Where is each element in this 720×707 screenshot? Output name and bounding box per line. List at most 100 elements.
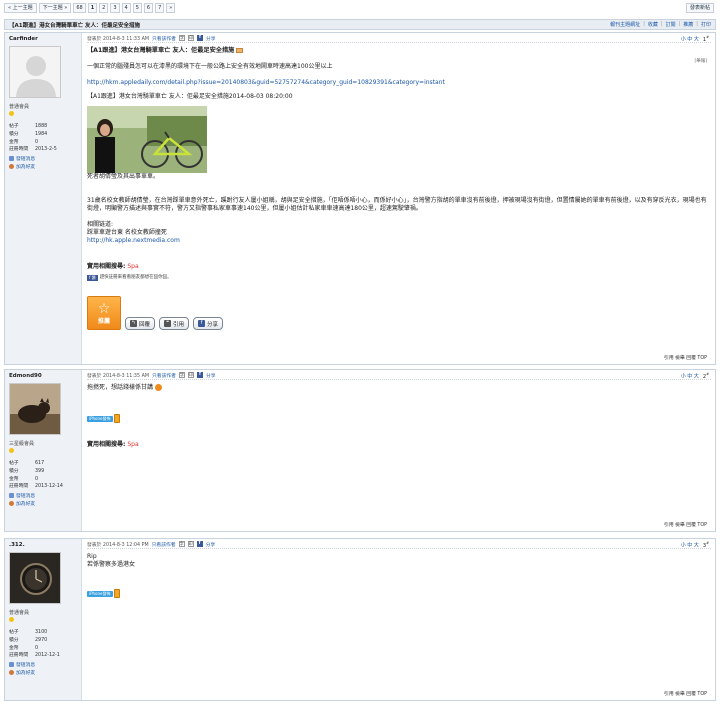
post-2-author-panel: Edmond90 三星級會員 帖子 617 積分 399 金幣 0 註冊時間 2013-… [5,370,82,531]
post-2-rank: 三星級會員 [9,441,35,447]
post-1-meta: 發表於 2014-8-3 11:33 AM 只看該作者 字 印 f 分享 [87,35,711,43]
post-1-fontsize[interactable]: 小 中 大 1# [681,35,709,43]
facebook-badge-icon[interactable]: f 讚 [87,275,98,281]
next-pages-button[interactable]: » [166,3,176,13]
page-link-4[interactable]: 4 [121,3,131,13]
post-1-photo[interactable] [87,106,207,173]
post-1-footer-links[interactable]: 引用 檢舉 回覆 TOP [664,354,707,361]
post-3-meta: 發表於 2014-8-3 12:04 PM 只看該作者 字 印 f 分享 [87,541,711,549]
message-icon [9,493,14,499]
practical-search-label: 實用相關搜尋: [87,441,126,448]
post-1-subtitle: 【A1跟進】港女台灣騎單車亡 友人：佢最足安全措施2014-08-03 08:2… [87,93,293,100]
subscribe-link[interactable]: 訂閱 [666,21,676,28]
post-1-url1[interactable]: http://hkm.appledaily.com/detail.php?iss… [87,79,711,87]
post-2-username[interactable]: Edmond90 [9,373,77,379]
prev-thread-button[interactable]: « 上一主題 [4,3,37,13]
add-friend-icon [9,501,14,507]
post-1: Carfinder 普通會員 帖子 1888 積分 1984 金幣 0 註冊時間 201… [4,32,716,365]
print-icon[interactable]: 印 [187,541,194,547]
post-1-add-friend[interactable]: 加為好友 [9,163,77,170]
post-1-avatar[interactable] [9,46,61,98]
print-link[interactable]: 打印 [701,21,711,28]
next-thread-button[interactable]: 下一主題 » [38,3,72,13]
post-3-add-friend[interactable]: 加為好友 [9,669,77,676]
top-navigation-bar: « 上一主題 下一主題 » 68 1 2 3 4 5 6 7 » 發表新帖 [4,3,716,15]
message-icon [9,662,14,668]
post-1-send-message[interactable]: 發短消息 [9,155,77,162]
mail-icon [236,47,244,53]
thread-title: 【A1跟進】港女台灣騎單車亡 友人：佢最足安全措施 [9,22,140,29]
new-post-button[interactable]: 發表新帖 [685,3,714,13]
facebook-icon[interactable]: f [196,541,203,547]
page-link-7[interactable]: 7 [155,3,165,13]
post-2-body: 拖撚死，想話錢樣係甘講 iPhone發佈 實用相關搜尋: Spa [87,384,711,449]
practical-search-link[interactable]: Spa [127,263,138,270]
post-3-body: Rip 若係警察多過港女 iPhone發佈 [87,553,711,598]
page-link-2[interactable]: 2 [99,3,109,13]
post-1-url2[interactable]: http://hk.apple.nextmedia.com [87,237,711,245]
only-author-link[interactable]: 只看該作者 [152,35,176,42]
facebook-share-icon: f [198,320,206,327]
add-friend-icon [9,670,14,676]
post-3-avatar[interactable] [9,552,61,604]
post-1-author-panel: Carfinder 普通會員 帖子 1888 積分 1984 金幣 0 註冊時間 201… [5,33,82,364]
post-1-actions: ☆ 推薦 ↰ 回覆 ❝ 引用 f 分享 [87,296,711,330]
recommend-link[interactable]: 推薦 [683,21,693,28]
message-icon [9,156,14,162]
post-3-footer-links[interactable]: 引用 檢舉 回覆 TOP [664,690,707,697]
thread-header: 【A1跟進】港女台灣騎單車亡 友人：佢最足安全措施 報刊主題網址 | 收藏 | 訂閱… [4,19,716,30]
post-1-title: 【A1跟進】港女台灣騎單車亡 友人：佢最足安全措施 [87,47,235,54]
share-link[interactable]: 分享 [206,541,216,548]
post-3-fontsize[interactable]: 小 中 大 3# [681,541,709,549]
post-1-content: 發表於 2014-8-3 11:33 AM 只看該作者 字 印 f 分享 小 中… [83,33,715,364]
post-1-para2: 31歲名校女教師胡倩瑩，在台灣踩單車意外死亡，蹊跗行友人屢小姐稱，胡與足安全措施… [87,197,707,212]
practical-search-label: 實用相關搜尋: [87,263,126,270]
page-link-6[interactable]: 6 [143,3,154,13]
facebook-note: f 讚趕快註冊來看看朋友都想在囧你囧。 [87,275,172,281]
post-2-meta: 發表於 2014-8-3 11:35 AM 只看該作者 字 印 f 分享 [87,372,711,380]
print-icon[interactable]: 印 [187,372,194,378]
post-2-text: 拖撚死，想話錢樣係甘講 [87,384,154,391]
quote-icon: ❝ [164,320,172,327]
post-2-footer-links[interactable]: 引用 檢舉 回覆 TOP [664,521,707,528]
facebook-icon[interactable]: f [196,372,203,378]
share-button[interactable]: f 分享 [193,317,224,330]
recommend-button[interactable]: ☆ 推薦 [87,296,121,330]
post-3-send-message[interactable]: 發短消息 [9,661,77,668]
reply-button[interactable]: ↰ 回覆 [125,317,156,330]
post-2-send-message[interactable]: 發短消息 [9,492,77,499]
post-1-username[interactable]: Carfinder [9,36,77,42]
rank-icon [9,617,14,622]
favorite-link[interactable]: 收藏 [648,21,658,28]
share-link[interactable]: 分享 [206,372,216,379]
font-icon[interactable]: 字 [178,541,185,547]
facebook-icon[interactable]: f [196,35,203,41]
font-icon[interactable]: 字 [178,372,185,378]
post-3-username[interactable]: .312. [9,542,77,548]
thread-tools: 報刊主題網址 | 收藏 | 訂閱 | 推薦 | 打印 [610,21,711,28]
post-1-body: 【A1跟進】港女台灣騎單車亡 友人：佢最足安全措施 一個正常的腦殘員怎可以在漆黑… [87,47,711,282]
practical-search-link[interactable]: Spa [127,441,138,448]
post-1-rank: 普通會員 [9,104,30,110]
post-2-fontsize[interactable]: 小 中 大 2# [681,372,709,380]
page-link-3[interactable]: 3 [110,3,120,13]
iphone-badge: iPhone發佈 [87,589,120,598]
share-link[interactable]: 分享 [206,35,216,42]
page-link-5[interactable]: 5 [132,3,142,13]
print-icon[interactable]: 印 [187,35,194,41]
iphone-badge: iPhone發佈 [87,414,120,423]
only-author-link[interactable]: 只看該作者 [152,372,176,379]
font-icon[interactable]: 字 [178,35,185,41]
post-3-stats: 帖子 3100 積分 2970 金幣 0 註冊時間 2012-12-1 [9,630,60,659]
star-icon: ☆ [97,300,111,317]
quote-button[interactable]: ❝ 引用 [159,317,190,330]
post-2-avatar[interactable] [9,383,61,435]
page-link-1[interactable]: 1 [87,3,98,13]
only-author-link[interactable]: 只看該作者 [152,541,176,548]
post-2-add-friend[interactable]: 加為好友 [9,500,77,507]
post-3: .312. 普通會員 帖子 3100 積分 2970 金幣 0 註冊時間 2012-12… [4,538,716,701]
thread-url-link[interactable]: 報刊主題網址 [610,21,640,28]
report-link[interactable]: [舉報] [694,58,707,64]
post-2: Edmond90 三星級會員 帖子 617 積分 399 金幣 0 註冊時間 2013-… [4,369,716,532]
pager: « 上一主題 下一主題 » 68 1 2 3 4 5 6 7 » [4,3,716,13]
